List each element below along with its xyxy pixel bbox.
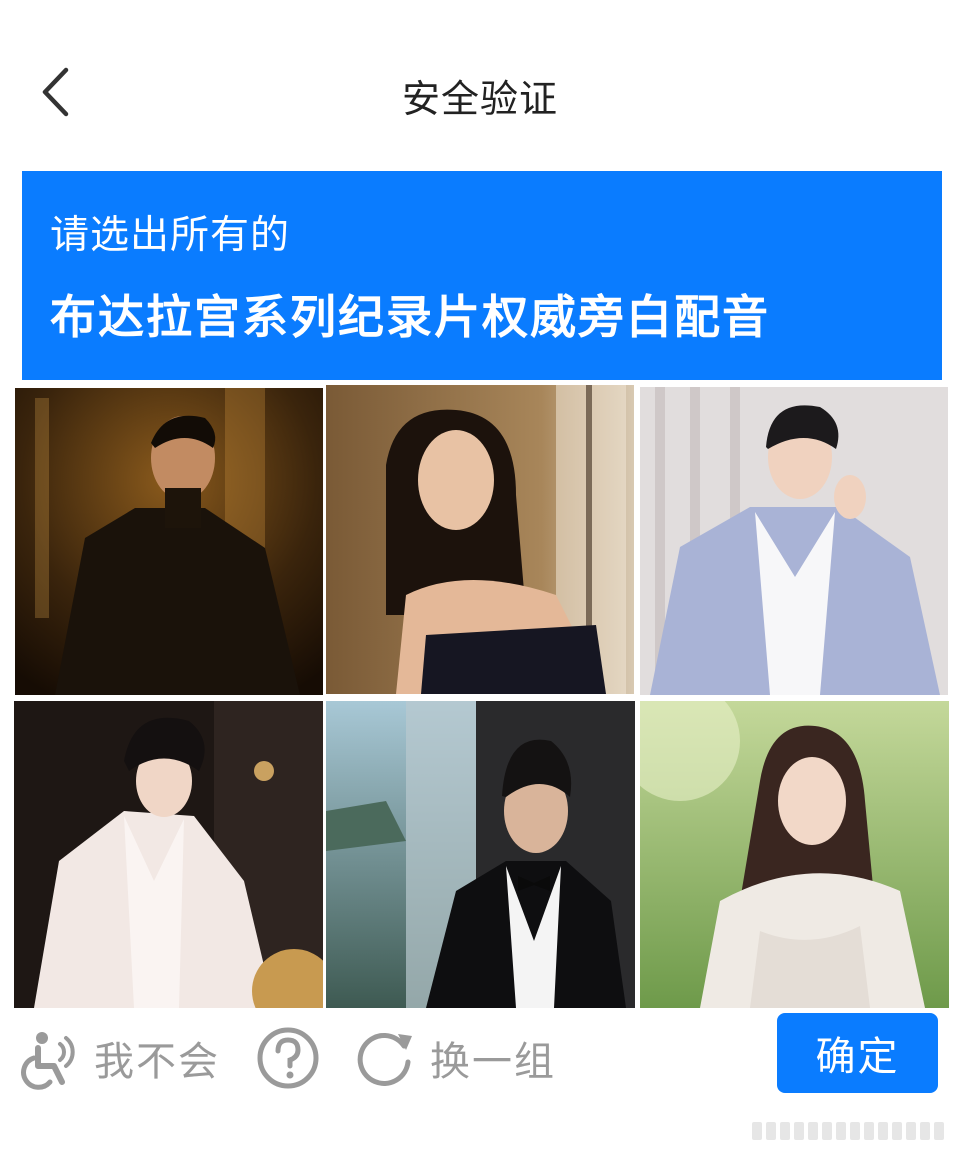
photo-woman-strapless-dress <box>326 385 634 694</box>
photo-man-white-suit <box>14 701 323 1008</box>
accessibility-audio-icon <box>21 1032 75 1090</box>
top-bar: 安全验证 <box>0 0 960 170</box>
question-circle-icon <box>257 1027 319 1089</box>
refresh-icon <box>357 1032 412 1086</box>
page-title: 安全验证 <box>401 77 558 121</box>
captcha-tile-6[interactable] <box>640 701 949 1008</box>
refresh-button[interactable]: 换一组 <box>354 1026 556 1090</box>
photo-woman-white-sweater <box>640 701 949 1008</box>
captcha-tile-4[interactable] <box>14 701 323 1008</box>
captcha-tile-1[interactable] <box>15 388 323 695</box>
help-button[interactable] <box>256 1026 320 1090</box>
photo-man-dark-coat <box>15 388 323 695</box>
instruction-text: 请选出所有的 <box>50 213 291 258</box>
captcha-tile-5[interactable] <box>326 701 635 1008</box>
captcha-tile-2[interactable] <box>326 385 634 694</box>
cant-do-label: 我不会 <box>94 1039 220 1085</box>
refresh-label: 换一组 <box>430 1039 556 1085</box>
cant-do-button[interactable]: 我不会 <box>20 1026 220 1090</box>
photo-man-blue-suit <box>640 387 948 695</box>
captcha-tile-3[interactable] <box>640 387 948 695</box>
confirm-button[interactable]: 确定 <box>777 1013 938 1093</box>
photo-man-tuxedo-window <box>326 701 635 1008</box>
watermark <box>752 1118 952 1144</box>
target-description: 布达拉宫系列纪录片权威旁白配音 <box>50 290 770 344</box>
instruction-banner: 请选出所有的 布达拉宫系列纪录片权威旁白配音 <box>22 171 942 380</box>
